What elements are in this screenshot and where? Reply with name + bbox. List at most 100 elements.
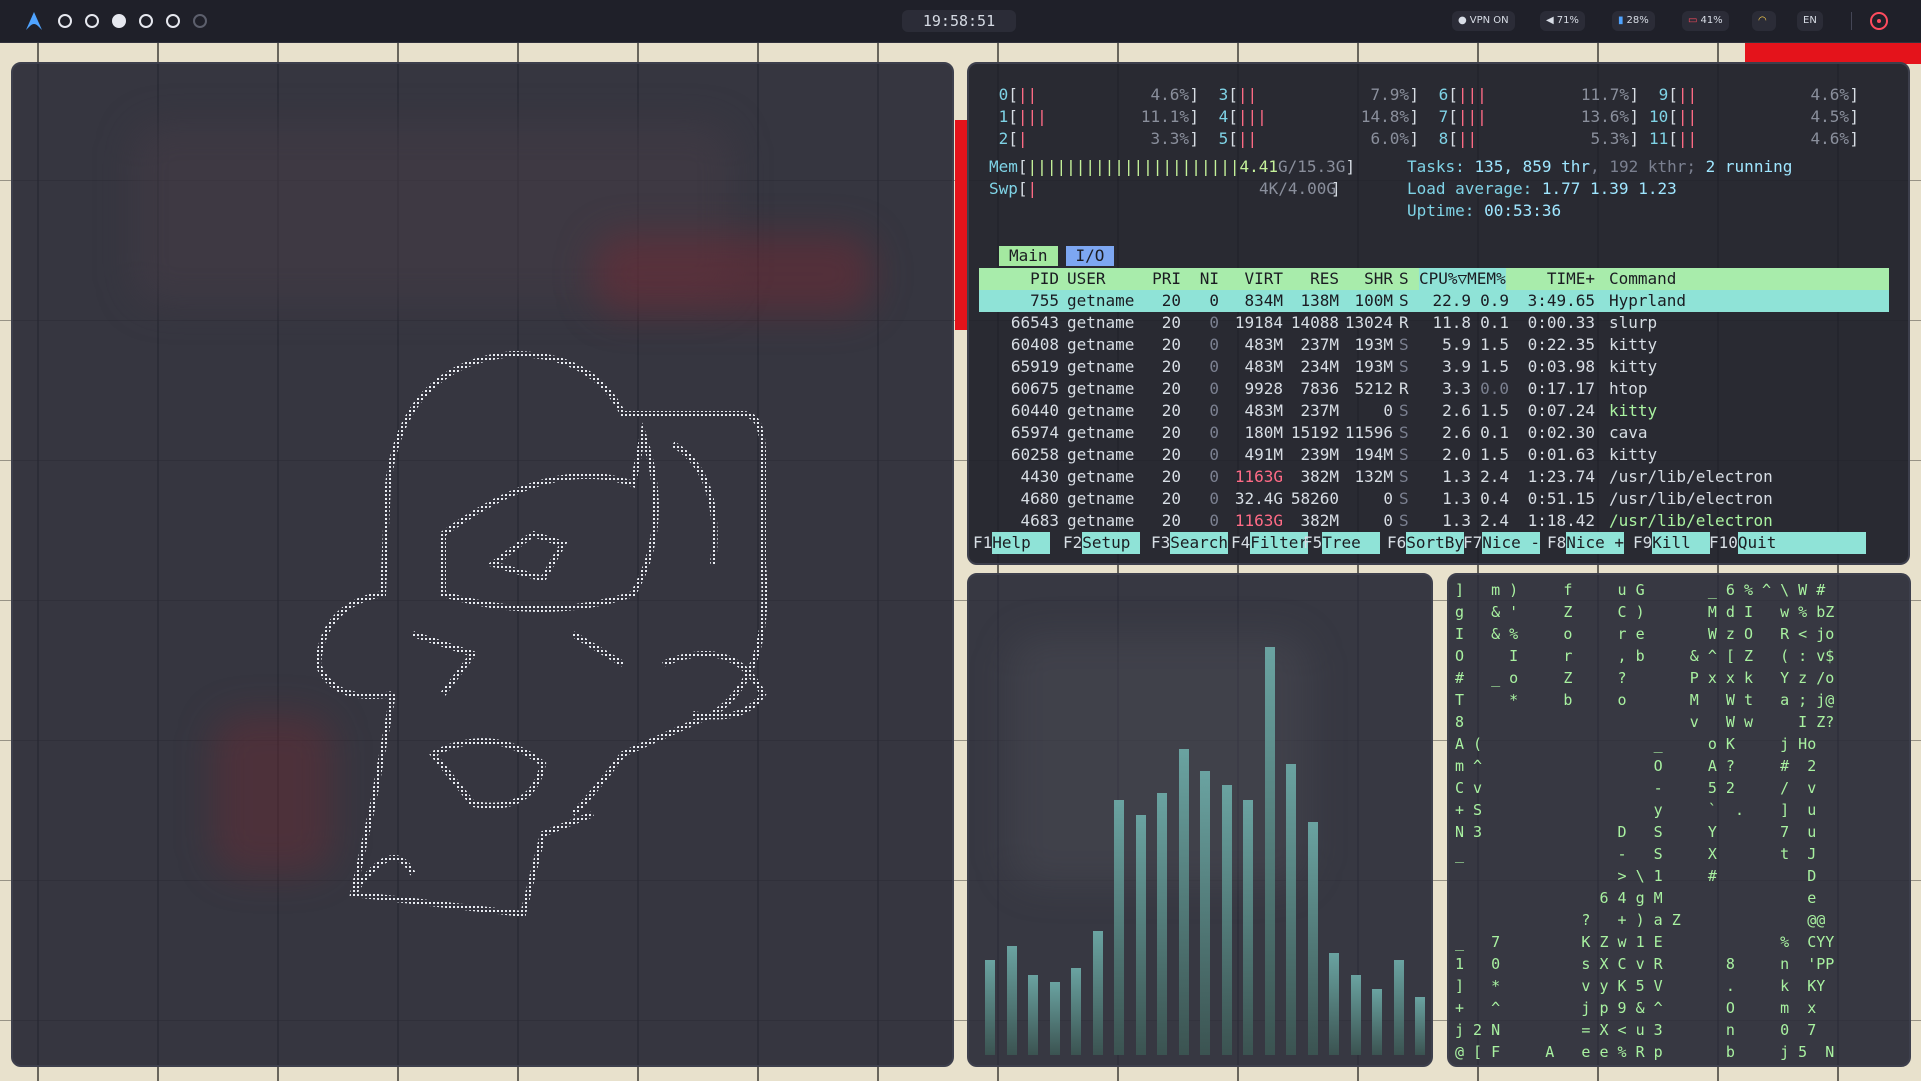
cell-user: getname	[1067, 423, 1135, 442]
cell-user: getname	[1067, 357, 1135, 376]
fkey-f2[interactable]: F2Setup	[1063, 532, 1141, 554]
tab-main[interactable]: Main	[999, 246, 1058, 266]
cell-mem: 0.9	[1480, 291, 1509, 310]
col-cpu-mem[interactable]: CPU%▽MEM%	[1419, 268, 1506, 290]
process-row[interactable]: 60258 getname 20 0 491M 239M 194M S 2.0 1.5 0:01.6…	[979, 444, 1889, 466]
cell-cpu: 11.8	[1432, 313, 1471, 332]
col-virt[interactable]: VIRT	[1223, 268, 1283, 290]
wifi-indicator[interactable]: ◠	[1752, 11, 1776, 31]
cell-time: 0:17.17	[1527, 379, 1595, 398]
process-row[interactable]: 4683 getname 20 0 1163G 382M 0 S 1.3 2.4 1:18.42/u…	[979, 510, 1889, 532]
process-row[interactable]: 4430 getname 20 0 1163G 382M 132M S 1.3 2.4 1:23.7…	[979, 466, 1889, 488]
htop-terminal[interactable]: 0[|| 4.6%] 1[||| 11.1%] 2[| 3.3%] 3[|| 7.9%]…	[967, 62, 1910, 565]
col-res[interactable]: RES	[1283, 268, 1339, 290]
cell-ni: 0	[1209, 489, 1219, 508]
cell-s: S	[1399, 489, 1409, 508]
process-row[interactable]: 66543 getname 20 0 19184 14088 13024 R 11.8 0.1 0:…	[979, 312, 1889, 334]
process-row[interactable]: 60440 getname 20 0 483M 237M 0 S 2.6 1.5 0:07.24 ki…	[979, 400, 1889, 422]
matrix-line: g & ' Z C ) M d I w % bZ	[1455, 603, 1835, 621]
process-row[interactable]: 755 getname 20 0 834M 138M 100M S 22.9 0.9 3:49.65…	[979, 290, 1889, 312]
brightness-indicator[interactable]: ▮ 28%	[1612, 11, 1655, 31]
cell-mem: 1.5	[1480, 335, 1509, 354]
workspace-4-dot[interactable]	[139, 14, 153, 28]
cava-bar	[1028, 975, 1038, 1055]
cpu-percent: 6.0%	[1370, 129, 1409, 148]
process-row[interactable]: 65919 getname 20 0 483M 234M 193M S 3.9 1.5 0:03.9…	[979, 356, 1889, 378]
arch-logo-icon[interactable]	[24, 11, 44, 31]
col-command[interactable]: Command	[1609, 268, 1676, 290]
process-row[interactable]: 60408 getname 20 0 483M 237M 193M S 5.9 1.5 0:22.3…	[979, 334, 1889, 356]
cell-user: getname	[1067, 379, 1135, 398]
fkey-f6[interactable]: F6SortBy	[1387, 532, 1465, 554]
fkey-f4[interactable]: F4Filter	[1231, 532, 1309, 554]
fkey-f10[interactable]: F10Quit	[1709, 532, 1866, 554]
cell-res: 15192	[1290, 423, 1339, 442]
workspace-6-dot[interactable]	[193, 14, 207, 28]
swp-value: 4K/4.00G	[1259, 179, 1337, 198]
process-table-header[interactable]: PID USER PRI NI VIRT RES SHR S CPU%▽MEM%…	[979, 268, 1889, 290]
fkey-f8[interactable]: F8Nice +	[1547, 532, 1625, 554]
col-ni[interactable]: NI	[1189, 268, 1219, 290]
cell-shr: 100M	[1354, 291, 1393, 310]
col-state[interactable]: S	[1399, 268, 1409, 290]
cell-cmd: slurp	[1609, 313, 1658, 332]
cpu-id: 4	[1209, 107, 1229, 126]
cpu-id: 2	[989, 129, 1009, 148]
cpu-bar: ||	[1677, 129, 1698, 148]
cell-pri: 20	[1161, 401, 1181, 420]
fkey-f3[interactable]: F3Search	[1151, 532, 1229, 554]
cava-bar	[1049, 982, 1060, 1055]
cell-time: 0:22.35	[1527, 335, 1595, 354]
tasks-label: Tasks:	[1407, 157, 1475, 176]
process-row[interactable]: 60675 getname 20 0 9928 7836 5212 R 3.3 0.0 0:17.1…	[979, 378, 1889, 400]
matrix-line: O I r , b & ^ [ Z ( : v$	[1455, 647, 1835, 665]
col-user[interactable]: USER	[1067, 268, 1106, 290]
process-row[interactable]: 65974 getname 20 0 180M 15192 11596 S 2.6 0.1 0:02…	[979, 422, 1889, 444]
cell-pid: 65974	[1010, 423, 1059, 442]
cpu-meter-11: 11[|| 4.6%]	[1649, 129, 1859, 148]
cell-user: getname	[1067, 489, 1135, 508]
cell-ni: 0	[1209, 511, 1219, 530]
cell-cmd: kitty	[1609, 401, 1658, 420]
cava-visualizer[interactable]	[967, 573, 1433, 1067]
process-row[interactable]: 4680 getname 20 0 32.4G 58260 0 S 1.3 0.4 0:51.15/…	[979, 488, 1889, 510]
col-pri[interactable]: PRI	[1139, 268, 1181, 290]
language-indicator[interactable]: EN	[1797, 11, 1823, 31]
cell-cmd: kitty	[1609, 357, 1658, 376]
speaker-icon: ◀	[1546, 15, 1554, 26]
cpu-percent: 11.7%	[1580, 85, 1629, 104]
cell-s: S	[1399, 445, 1409, 464]
matrix-rain-terminal[interactable]: ] m ) f u G _ 6 % ^ \ W # g & ' Z C ) M d…	[1447, 573, 1911, 1067]
fkey-f1[interactable]: F1Help	[973, 532, 1051, 554]
cpu-percent: 14.8%	[1360, 107, 1409, 126]
workspace-1-dot[interactable]	[58, 14, 72, 28]
cell-res: 382M	[1300, 467, 1339, 486]
volume-indicator[interactable]: ◀ 71%	[1540, 11, 1585, 31]
cell-s: S	[1399, 357, 1409, 376]
matrix-line: > \ 1 # D	[1455, 867, 1817, 885]
col-time[interactable]: TIME+	[1509, 268, 1595, 290]
cpu-meter-9: 9[|| 4.6%]	[1649, 85, 1859, 104]
workspace-3-dot[interactable]	[112, 14, 126, 28]
cell-user: getname	[1067, 467, 1135, 486]
workspace-2-dot[interactable]	[85, 14, 99, 28]
cell-user: getname	[1067, 445, 1135, 464]
fkey-f5[interactable]: F5Tree	[1303, 532, 1381, 554]
power-icon[interactable]	[1870, 12, 1888, 30]
battery-indicator[interactable]: ▭ 41%	[1682, 11, 1729, 31]
htop-tabs: Main I/O	[999, 246, 1122, 266]
fkey-f9[interactable]: F9Kill	[1633, 532, 1711, 554]
cell-pri: 20	[1161, 379, 1181, 398]
cell-res: 14088	[1290, 313, 1339, 332]
col-pid[interactable]: PID	[979, 268, 1059, 290]
fkey-f7[interactable]: F7Nice -	[1463, 532, 1541, 554]
workspace-5-dot[interactable]	[166, 14, 180, 28]
ascii-art-terminal[interactable]	[11, 62, 954, 1067]
clock[interactable]: 19:58:51	[902, 10, 1016, 32]
col-shr[interactable]: SHR	[1339, 268, 1393, 290]
cell-shr: 0	[1383, 489, 1393, 508]
cpu-bar: |||	[1457, 107, 1487, 126]
tab-io[interactable]: I/O	[1065, 246, 1115, 266]
cpu-bar: |	[1017, 129, 1028, 148]
vpn-status[interactable]: ● VPN ON	[1452, 11, 1515, 31]
